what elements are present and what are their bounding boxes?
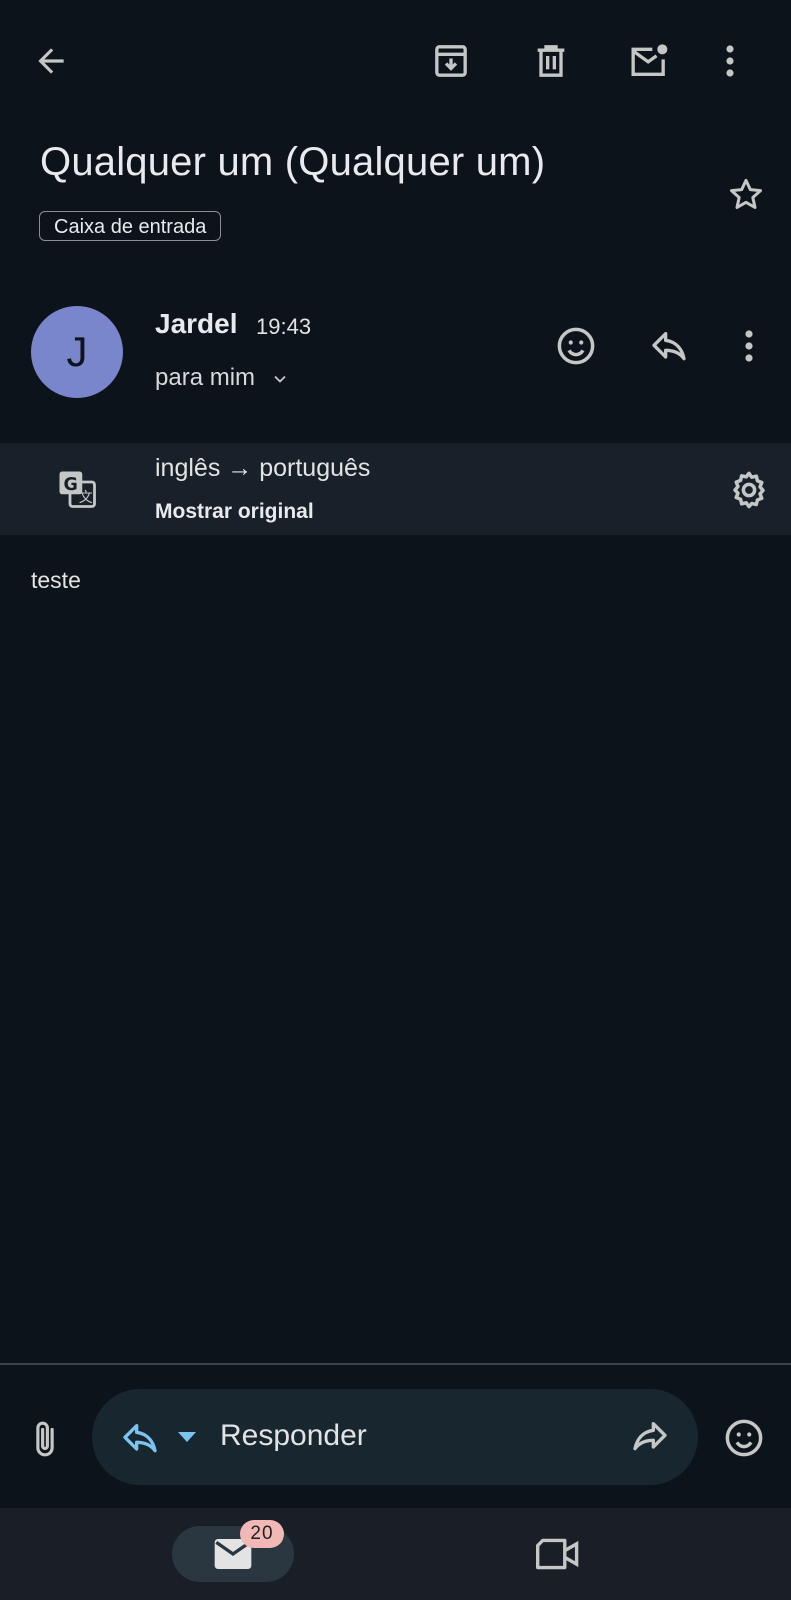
emoji-icon[interactable]: [723, 1417, 765, 1459]
translation-languages: inglês → português: [155, 454, 371, 482]
svg-text:G: G: [64, 475, 78, 495]
label-chip-inbox[interactable]: Caixa de entrada: [39, 211, 222, 241]
recipients-toggle[interactable]: para mim: [155, 364, 290, 392]
caret-down-icon[interactable]: [176, 1429, 198, 1445]
divider: [0, 1363, 791, 1365]
message-more-icon[interactable]: [743, 328, 755, 364]
bottom-navigation: [0, 1508, 791, 1600]
trash-icon[interactable]: [531, 41, 571, 81]
reply-mode-icon[interactable]: [120, 1419, 160, 1459]
top-app-bar: [0, 0, 791, 120]
forward-icon[interactable]: [630, 1417, 670, 1457]
translation-bar: [0, 443, 791, 535]
gear-icon[interactable]: [728, 469, 770, 511]
message-time: 19:43: [256, 314, 312, 339]
message-body: teste: [31, 567, 81, 593]
archive-icon[interactable]: [431, 41, 471, 81]
avatar[interactable]: J: [31, 306, 123, 398]
translate-icon: G 文: [56, 468, 98, 510]
chevron-down-icon: [270, 369, 290, 389]
reply-icon[interactable]: [649, 327, 689, 367]
emoji-reaction-icon[interactable]: [555, 325, 597, 367]
message-subject: Qualquer um (Qualquer um): [40, 140, 546, 184]
svg-text:文: 文: [79, 490, 93, 506]
unread-count-badge: 20: [240, 1520, 284, 1548]
sender-name: Jardel: [155, 308, 238, 339]
more-vert-icon[interactable]: [724, 43, 736, 79]
star-icon[interactable]: [726, 175, 766, 215]
mail-unread-icon[interactable]: [627, 41, 671, 81]
video-icon[interactable]: [536, 1535, 580, 1573]
show-original-link[interactable]: Mostrar original: [155, 500, 314, 524]
recipients-label: para mim: [155, 364, 256, 391]
reply-placeholder[interactable]: Responder: [220, 1419, 367, 1453]
paperclip-icon[interactable]: [26, 1419, 64, 1459]
back-arrow-icon[interactable]: [32, 42, 70, 80]
